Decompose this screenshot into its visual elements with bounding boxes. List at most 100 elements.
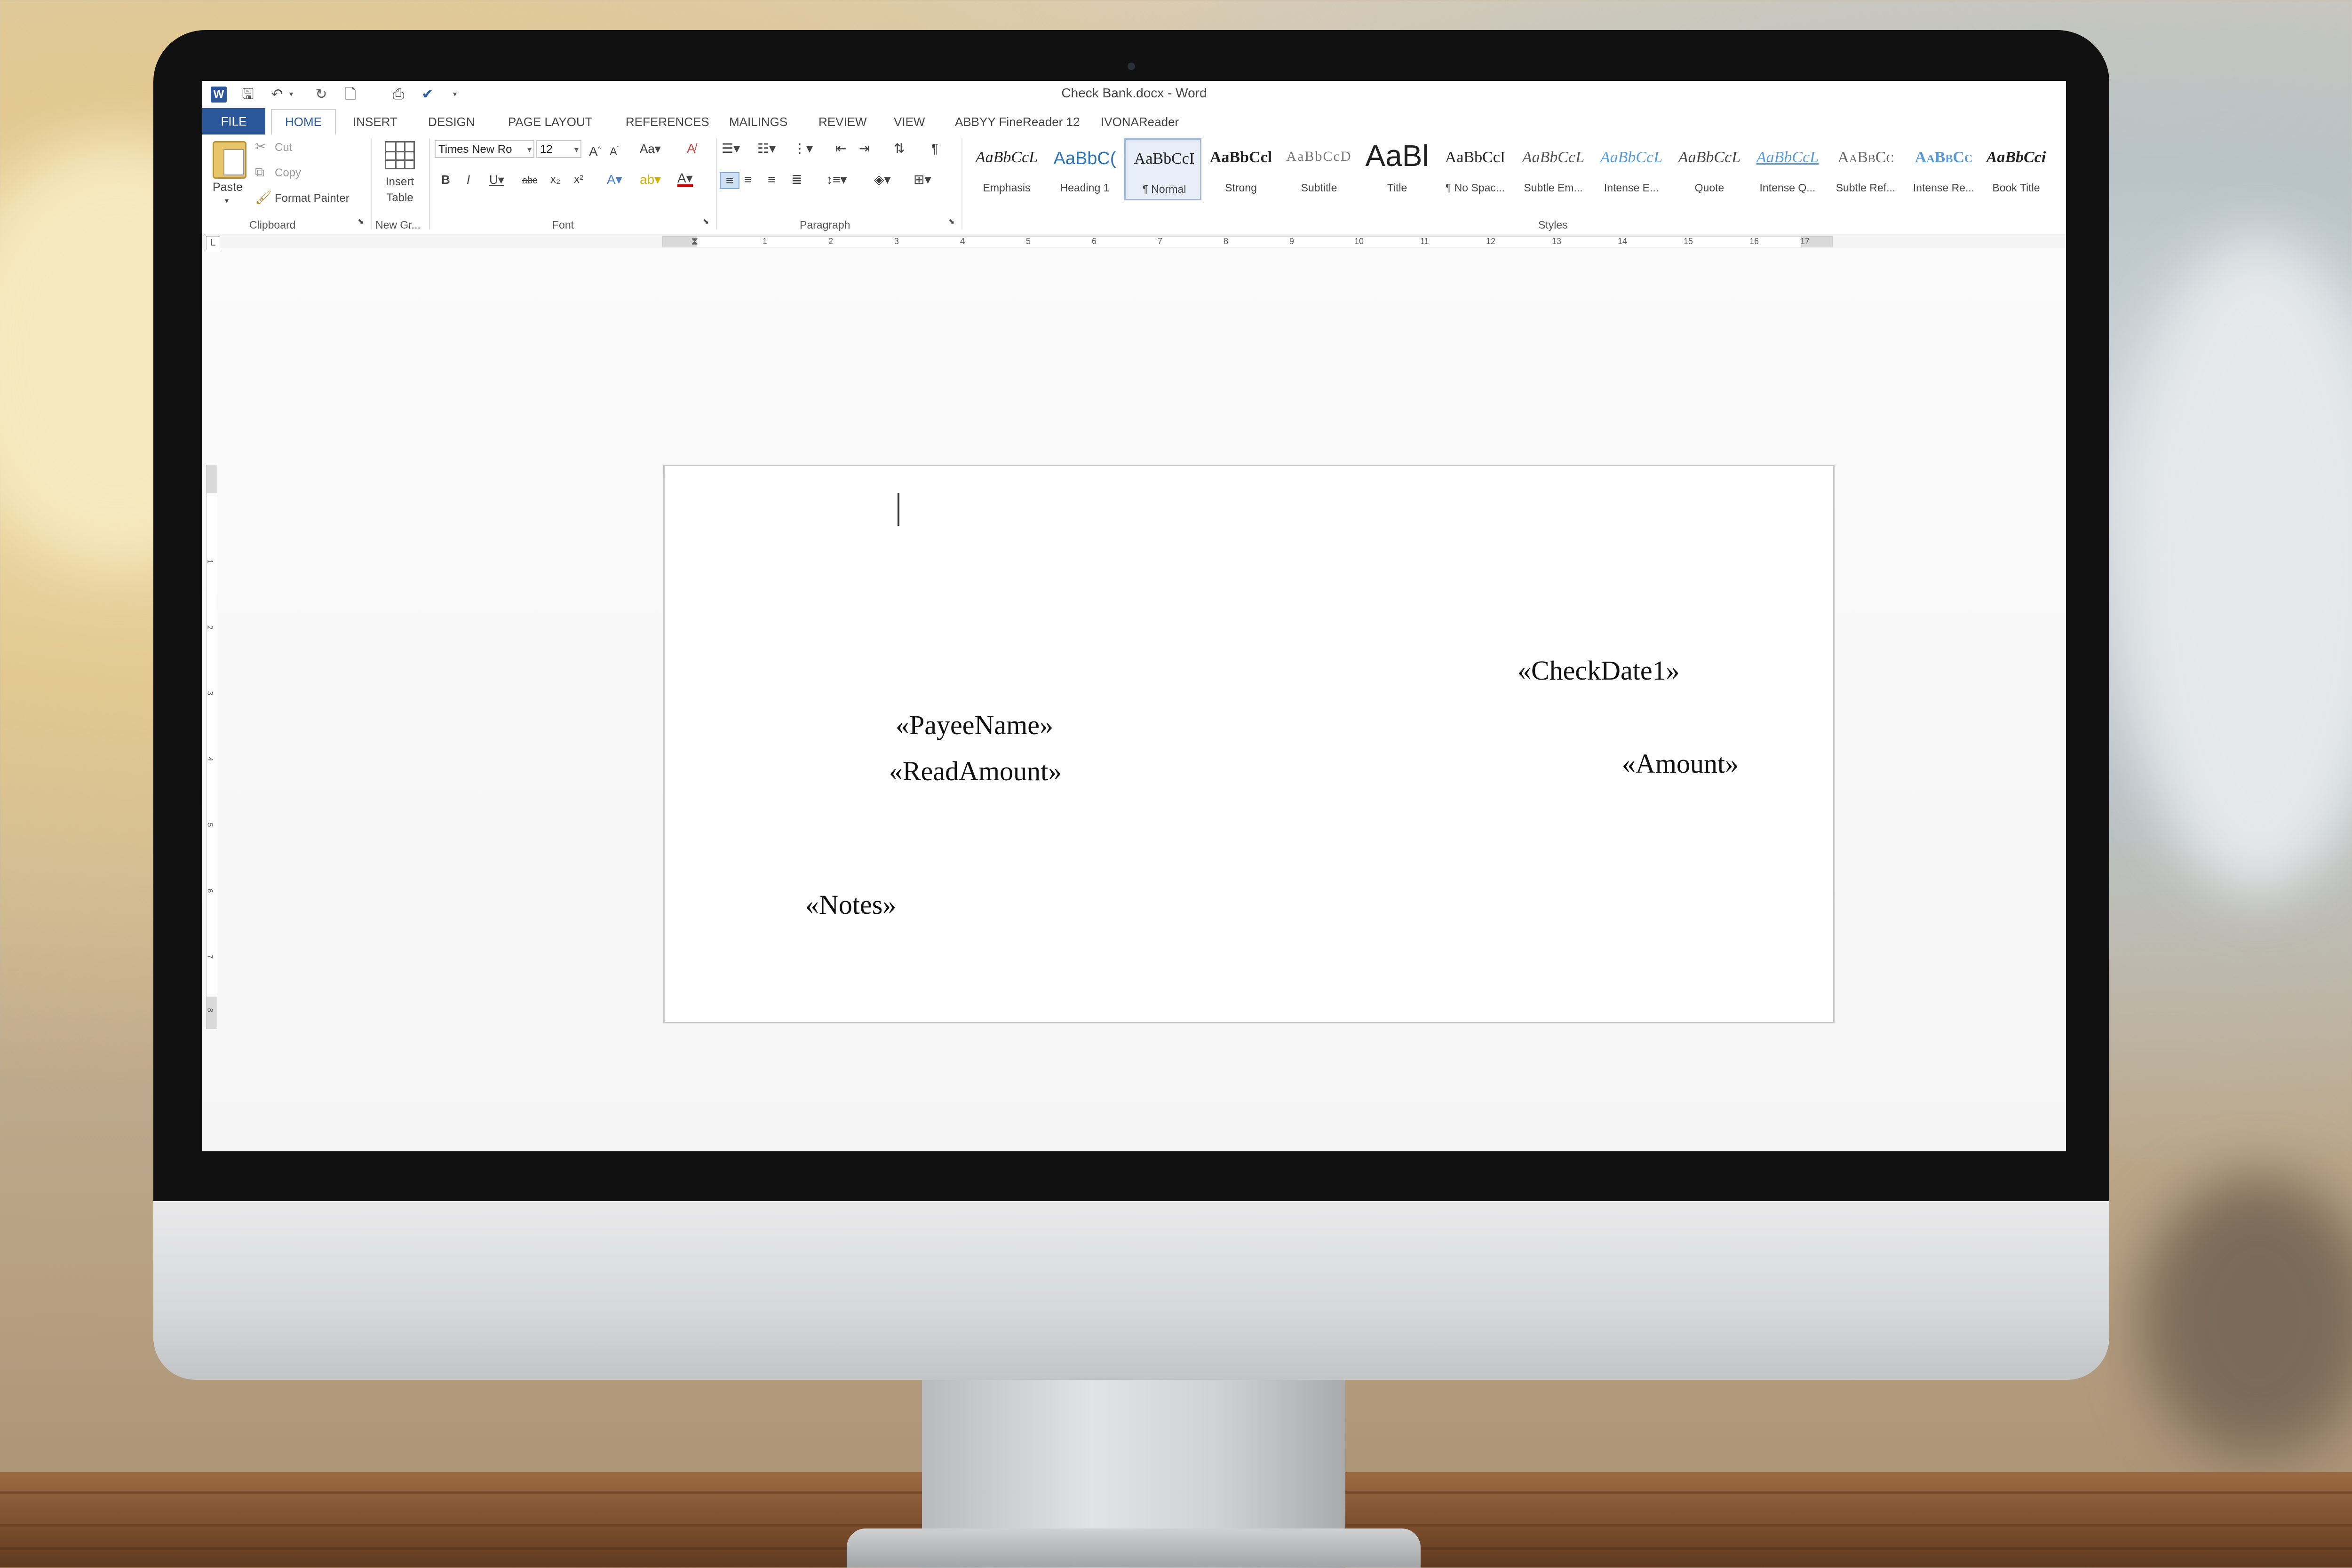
bold-icon[interactable]: B xyxy=(441,172,450,187)
styles-gallery: AaBbCcL Emphasis AaBbC( Heading 1 AaBbCc… xyxy=(968,138,2050,204)
tab-file[interactable]: FILE xyxy=(202,108,265,135)
window-title: Check Bank.docx - Word xyxy=(1061,86,1207,100)
font-family-combo[interactable]: Times New Ro ▾ xyxy=(435,140,534,158)
document-page[interactable] xyxy=(663,465,1835,1023)
paragraph-group-label: Paragraph xyxy=(800,219,850,231)
text-cursor xyxy=(898,493,899,526)
monitor-stand-base xyxy=(847,1528,1421,1568)
superscript-icon[interactable]: x² xyxy=(574,172,583,187)
shrink-font-icon[interactable]: Aˇ xyxy=(610,141,620,159)
style-subtle-reference[interactable]: AaBbCc Subtle Ref... xyxy=(1827,138,1904,200)
tab-ivonareader[interactable]: IVONAReader xyxy=(1091,113,1188,135)
merge-field-notes[interactable]: «Notes» xyxy=(805,889,896,920)
tab-view[interactable]: VIEW xyxy=(884,113,934,135)
style-subtle-emphasis[interactable]: AaBbCcL Subtle Em... xyxy=(1515,138,1592,200)
merge-field-check-date[interactable]: «CheckDate1» xyxy=(1518,655,1680,686)
style-strong[interactable]: AaBbCcl Strong xyxy=(1202,138,1279,200)
sort-icon[interactable]: ⇅ xyxy=(894,141,905,156)
style-quote[interactable]: AaBbCcL Quote xyxy=(1671,138,1748,200)
borders-icon[interactable]: ⊞▾ xyxy=(914,172,931,187)
cut-icon[interactable]: ✂ xyxy=(255,139,266,154)
ruler-row: L ⧗ 1 2 3 4 5 6 7 8 9 10 11 12 13 14 15 … xyxy=(202,234,2066,250)
background-dark-blob xyxy=(2140,1176,2352,1458)
align-left-icon[interactable]: ≡ xyxy=(720,172,739,189)
paragraph-launcher-icon[interactable]: ⬊ xyxy=(948,214,954,230)
tab-abbyy[interactable]: ABBYY FineReader 12 xyxy=(946,113,1089,135)
style-title[interactable]: AaBl Title xyxy=(1359,138,1436,200)
font-launcher-icon[interactable]: ⬊ xyxy=(703,214,709,230)
format-painter-button[interactable]: Format Painter xyxy=(275,192,350,205)
font-size-dropdown-icon[interactable]: ▾ xyxy=(574,141,579,158)
merge-field-amount[interactable]: «Amount» xyxy=(1622,748,1739,779)
highlight-color-icon[interactable]: ab▾ xyxy=(640,172,661,187)
bullets-icon[interactable]: ☰▾ xyxy=(722,141,740,156)
indent-marker-icon[interactable]: ⧗ xyxy=(691,234,698,249)
clipboard-launcher-icon[interactable]: ⬊ xyxy=(358,214,364,230)
tab-mailings[interactable]: MAILINGS xyxy=(720,113,797,135)
style-intense-quote[interactable]: AaBbCcL Intense Q... xyxy=(1749,138,1826,200)
clipboard-group-label: Clipboard xyxy=(249,219,296,231)
paste-dropdown-icon[interactable]: ▾ xyxy=(225,194,229,209)
new-group-label: New Gr... xyxy=(375,219,421,231)
cut-button[interactable]: Cut xyxy=(275,141,292,154)
italic-icon[interactable]: I xyxy=(467,172,470,187)
change-case-icon[interactable]: Aa▾ xyxy=(640,141,661,156)
tab-insert[interactable]: INSERT xyxy=(343,113,407,135)
style-intense-reference[interactable]: AaBbCc Intense Re... xyxy=(1905,138,1982,200)
multilevel-list-icon[interactable]: ⋮▾ xyxy=(793,141,813,156)
style-subtitle[interactable]: AaBbCcD Subtitle xyxy=(1280,138,1358,200)
styles-group-label: Styles xyxy=(1538,219,1568,231)
line-spacing-icon[interactable]: ↕≡▾ xyxy=(826,172,847,187)
font-color-icon[interactable]: A▾ xyxy=(677,172,693,187)
align-center-icon[interactable]: ≡ xyxy=(744,172,752,187)
align-right-icon[interactable]: ≡ xyxy=(768,172,775,187)
merge-field-payee-name[interactable]: «PayeeName» xyxy=(896,709,1053,741)
format-painter-icon[interactable]: 🖌 xyxy=(255,190,272,205)
text-effects-icon[interactable]: A▾ xyxy=(607,172,622,187)
tab-references[interactable]: REFERENCES xyxy=(616,113,719,135)
copy-button[interactable]: Copy xyxy=(275,166,301,180)
decrease-indent-icon[interactable]: ⇤ xyxy=(835,141,846,156)
vertical-ruler[interactable]: 1 2 3 4 5 6 7 8 xyxy=(206,465,217,1029)
tab-home[interactable]: HOME xyxy=(271,109,336,135)
camera-icon xyxy=(1128,63,1135,70)
clear-formatting-icon[interactable]: A̸ xyxy=(687,141,696,156)
copy-icon[interactable]: ⧉ xyxy=(255,165,264,180)
word-window: W 🖫 ↶ ▾ ↻ 🗋 ⎙ ✔ ▾ Check Bank.docx - Word… xyxy=(202,81,2066,1151)
horizontal-ruler[interactable]: ⧗ 1 2 3 4 5 6 7 8 9 10 11 12 13 14 15 16… xyxy=(662,234,1833,249)
insert-table-button[interactable]: Insert Table xyxy=(380,174,420,206)
style-no-spacing[interactable]: AaBbCcI ¶ No Spac... xyxy=(1437,138,1514,200)
background-light-blob xyxy=(2117,235,2352,894)
style-book-title[interactable]: AaBbCci Book Title xyxy=(1983,138,2049,200)
monitor-chin xyxy=(153,1201,2109,1380)
font-family-value: Times New Ro xyxy=(438,143,512,156)
tab-design[interactable]: DESIGN xyxy=(419,113,485,135)
tab-selector[interactable]: L xyxy=(206,236,220,250)
font-family-dropdown-icon[interactable]: ▾ xyxy=(527,141,532,158)
insert-table-icon[interactable] xyxy=(385,141,415,169)
increase-indent-icon[interactable]: ⇥ xyxy=(859,141,870,156)
ribbon: Paste ▾ ✂ Cut ⧉ Copy 🖌 Format Painter Cl… xyxy=(202,135,2066,235)
style-emphasis[interactable]: AaBbCcL Emphasis xyxy=(968,138,1045,200)
justify-icon[interactable]: ≣ xyxy=(791,172,802,187)
tab-page-layout[interactable]: PAGE LAYOUT xyxy=(499,113,602,135)
font-group-label: Font xyxy=(552,219,574,231)
numbering-icon[interactable]: ☷▾ xyxy=(757,141,776,156)
style-intense-emphasis[interactable]: AaBbCcL Intense E... xyxy=(1593,138,1670,200)
style-normal[interactable]: AaBbCcI ¶ Normal xyxy=(1124,138,1201,200)
grow-font-icon[interactable]: A^ xyxy=(589,141,601,159)
ribbon-tabs: FILE HOME INSERT DESIGN PAGE LAYOUT REFE… xyxy=(202,108,2066,135)
title-bar: W 🖫 ↶ ▾ ↻ 🗋 ⎙ ✔ ▾ Check Bank.docx - Word xyxy=(202,81,2066,108)
strikethrough-icon[interactable]: abc xyxy=(522,173,537,188)
style-heading-1[interactable]: AaBbC( Heading 1 xyxy=(1046,138,1123,200)
font-size-combo[interactable]: 12 ▾ xyxy=(536,140,581,158)
shading-icon[interactable]: ◈▾ xyxy=(874,172,891,187)
paste-icon[interactable] xyxy=(213,141,246,179)
font-size-value: 12 xyxy=(540,143,553,156)
show-formatting-marks-icon[interactable]: ¶ xyxy=(931,141,938,156)
merge-field-read-amount[interactable]: «ReadAmount» xyxy=(889,755,1062,787)
tab-review[interactable]: REVIEW xyxy=(809,113,876,135)
subscript-icon[interactable]: x₂ xyxy=(550,172,560,187)
underline-icon[interactable]: U▾ xyxy=(489,172,504,187)
paste-button[interactable]: Paste xyxy=(213,181,243,194)
